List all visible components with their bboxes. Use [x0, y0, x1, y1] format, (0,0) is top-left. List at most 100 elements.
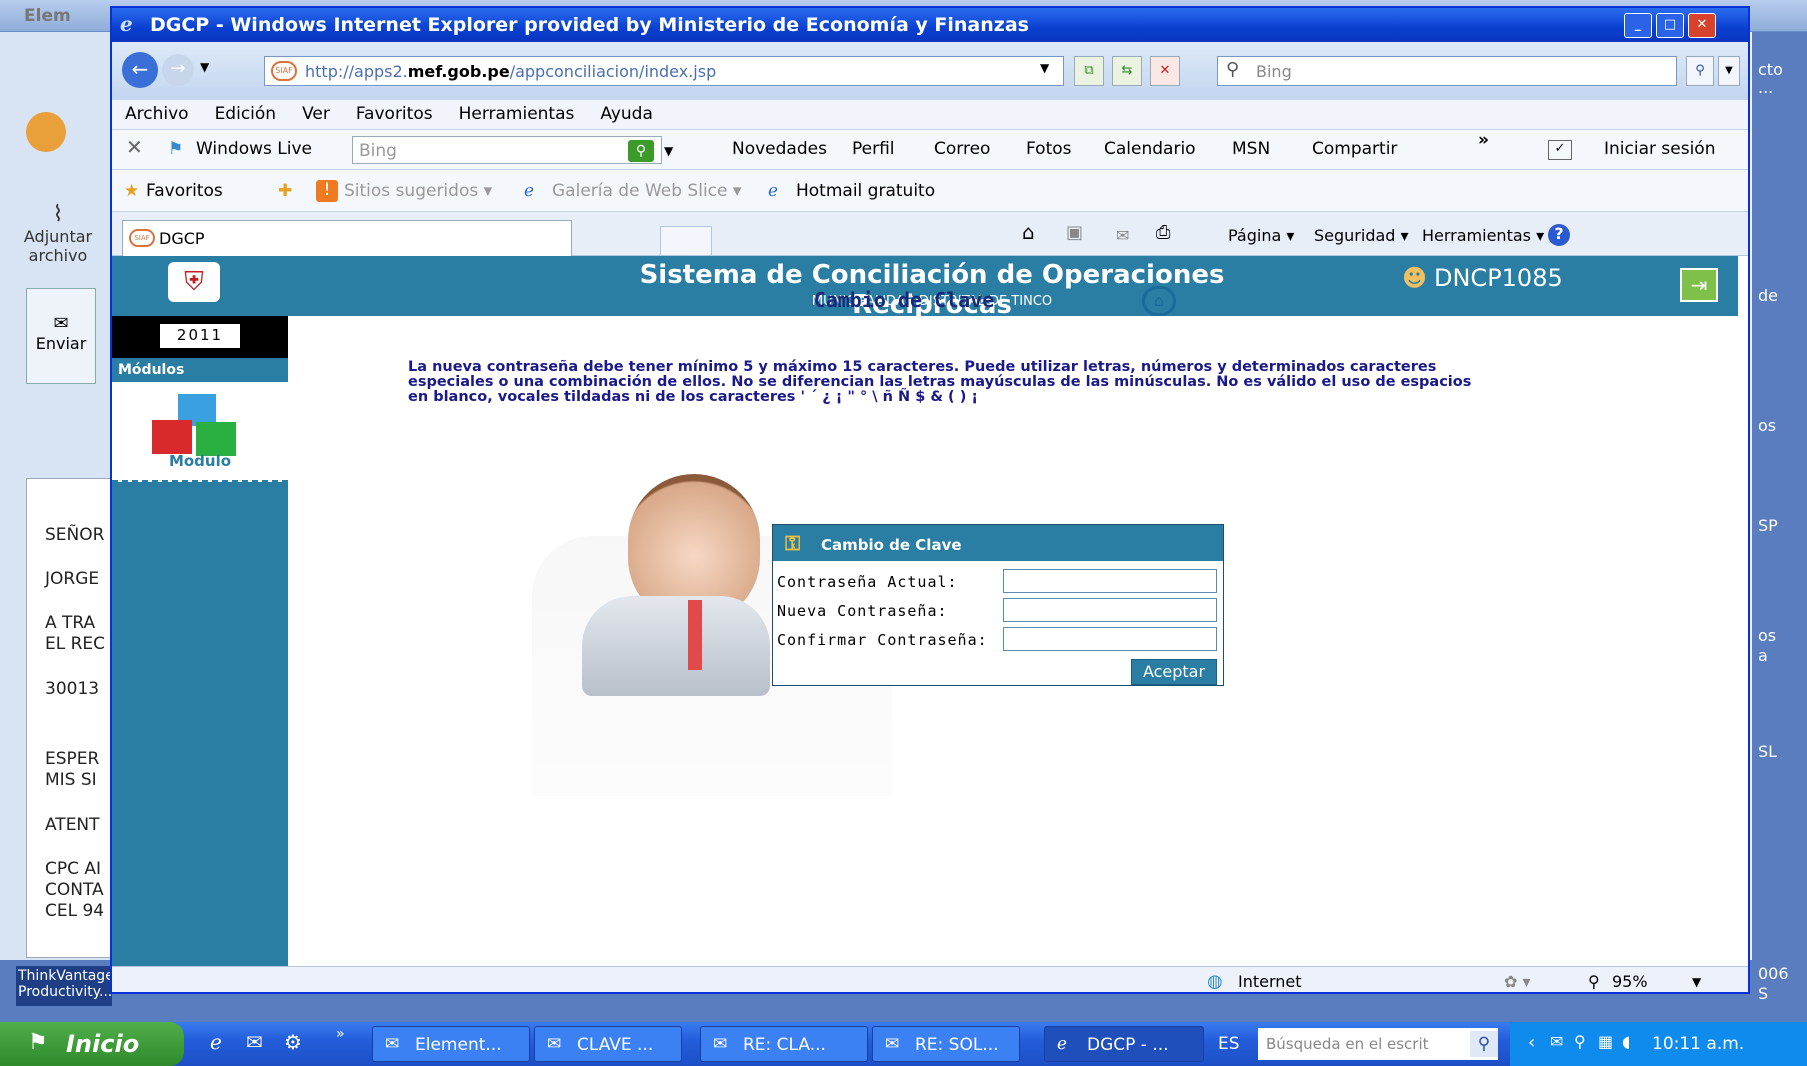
url-dropdown-icon[interactable]: ▼: [1040, 61, 1049, 75]
taskbar-button-element[interactable]: ✉ Element...: [372, 1026, 530, 1062]
browser-title: DGCP - Windows Internet Explorer provide…: [150, 14, 1029, 36]
start-button[interactable]: ⚑ Inicio: [0, 1022, 184, 1066]
mail-quicklaunch-icon[interactable]: ✉: [246, 1030, 263, 1054]
forward-button[interactable]: →: [162, 54, 194, 86]
print-icon[interactable]: ⎙: [1156, 222, 1170, 243]
mail-icon[interactable]: ✉: [1116, 226, 1129, 245]
ie-quicklaunch-icon[interactable]: ℯ: [210, 1030, 222, 1054]
bg-right-text: S: [1758, 984, 1769, 1003]
minimize-button[interactable]: _: [1624, 13, 1652, 38]
url-input[interactable]: SIAF http://apps2.mef.gob.pe/appconcilia…: [264, 56, 1064, 86]
maximize-button[interactable]: □: [1656, 13, 1684, 38]
bing-dropdown-icon[interactable]: ▼: [664, 144, 673, 158]
desktop-search-input[interactable]: Búsqueda en el escrit: [1258, 1028, 1498, 1060]
menu-edicion[interactable]: Edición: [202, 100, 290, 124]
toolbar-link-fotos[interactable]: Fotos: [1026, 139, 1072, 159]
office-orb-icon[interactable]: [26, 112, 66, 152]
browser-title-bar: ℯ DGCP - Windows Internet Explorer provi…: [112, 8, 1748, 42]
protected-mode-icon[interactable]: ✿ ▾: [1504, 972, 1531, 991]
back-button[interactable]: ←: [122, 52, 158, 88]
tray-network-icon[interactable]: ▦: [1598, 1032, 1613, 1051]
send-label: Enviar: [35, 334, 87, 353]
toolbar-link-perfil[interactable]: Perfil: [852, 139, 895, 159]
tray-mail-icon[interactable]: ✉: [1550, 1032, 1563, 1051]
accept-button[interactable]: Aceptar: [1131, 659, 1217, 685]
taskbar-button-label: CLAVE ...: [577, 1035, 654, 1055]
tray-expand-icon[interactable]: ‹: [1528, 1032, 1535, 1053]
refresh-icon[interactable]: ⇆: [1112, 56, 1142, 86]
ie-logo-icon: ℯ: [120, 12, 133, 36]
bg-right-text: de: [1758, 286, 1778, 305]
command-seguridad[interactable]: Seguridad ▾: [1314, 226, 1409, 245]
module-item[interactable]: Modulo: [112, 382, 288, 482]
menu-archivo[interactable]: Archivo: [112, 100, 202, 124]
logout-icon[interactable]: ⇥: [1680, 268, 1718, 302]
menu-ver[interactable]: Ver: [289, 100, 343, 124]
stop-icon[interactable]: ✕: [1150, 56, 1180, 86]
command-pagina[interactable]: Página ▾: [1228, 226, 1294, 245]
search-icon: ⚲: [1226, 59, 1240, 80]
year-selector[interactable]: 2011: [160, 324, 240, 348]
search-input[interactable]: ⚲ Bing: [1217, 56, 1677, 86]
toolbar-link-correo[interactable]: Correo: [934, 139, 990, 159]
menu-favoritos[interactable]: Favoritos: [343, 100, 446, 124]
suggested-sites-link[interactable]: Sitios sugeridos ▾: [344, 181, 492, 201]
windows-live-label[interactable]: Windows Live: [196, 139, 312, 159]
close-toolbar-icon[interactable]: ✕: [126, 135, 143, 159]
taskbar-button-re-cla[interactable]: ✉ RE: CLA...: [700, 1026, 868, 1062]
language-indicator[interactable]: ES: [1218, 1034, 1240, 1054]
web-slice-gallery-link[interactable]: Galería de Web Slice ▾: [552, 181, 741, 201]
search-go-icon[interactable]: ⚲: [1686, 56, 1714, 86]
signin-link[interactable]: Iniciar sesión: [1604, 139, 1715, 159]
desktop-search-icon[interactable]: ⚲: [1470, 1031, 1498, 1057]
bing-toolbar-input[interactable]: Bing: [352, 136, 662, 164]
attach-file-button[interactable]: ⌇ Adjuntar archivo: [6, 162, 110, 266]
current-password-input[interactable]: [1003, 569, 1217, 593]
toolbar-link-calendario[interactable]: Calendario: [1104, 139, 1196, 159]
app-quicklaunch-icon[interactable]: ⚙: [284, 1030, 302, 1054]
history-dropdown-icon[interactable]: ▼: [200, 60, 209, 74]
toolbar-link-novedades[interactable]: Novedades: [732, 139, 827, 159]
search-options-icon[interactable]: ▼: [1718, 56, 1740, 86]
feeds-icon[interactable]: ▣: [1066, 222, 1083, 243]
tab-dgcp[interactable]: SIAF DGCP: [122, 220, 572, 256]
status-bar: ◍ Internet ✿ ▾ ⚲ 95% ▼: [112, 966, 1748, 992]
zoom-level[interactable]: 95%: [1612, 972, 1648, 991]
confirm-password-input[interactable]: [1003, 627, 1217, 651]
toolbar-link-msn[interactable]: MSN: [1232, 139, 1270, 159]
zoom-dropdown-icon[interactable]: ▼: [1692, 975, 1701, 989]
url-domain: mef.gob.pe: [407, 62, 510, 81]
close-window-button[interactable]: ✕: [1688, 13, 1716, 38]
taskbar-button-re-sol[interactable]: ✉ RE: SOL...: [872, 1026, 1020, 1062]
bing-search-icon[interactable]: ⚲: [628, 140, 654, 162]
new-password-input[interactable]: [1003, 598, 1217, 622]
toolbar-link-compartir[interactable]: Compartir: [1312, 139, 1397, 159]
help-icon[interactable]: ?: [1548, 224, 1570, 246]
home-page-icon[interactable]: ⌂: [1142, 286, 1176, 316]
add-favorite-icon[interactable]: ✚: [278, 181, 292, 201]
new-tab-button[interactable]: [660, 226, 712, 256]
menu-ayuda[interactable]: Ayuda: [587, 100, 666, 124]
command-herramientas[interactable]: Herramientas ▾: [1422, 226, 1544, 245]
user-tie-illustration: [688, 600, 702, 670]
hotmail-link[interactable]: Hotmail gratuito: [796, 181, 935, 201]
siaf-favicon-icon: SIAF: [129, 229, 155, 247]
checkbox-icon[interactable]: ✓: [1548, 140, 1572, 160]
mail-icon: ✉: [547, 1034, 562, 1054]
compatibility-view-icon[interactable]: ⧉: [1074, 56, 1104, 86]
quicklaunch-more-icon[interactable]: »: [336, 1026, 345, 1042]
clock[interactable]: 10:11 a.m.: [1652, 1034, 1744, 1054]
taskbar-button-clave[interactable]: ✉ CLAVE ...: [534, 1026, 682, 1062]
tray-volume-icon[interactable]: ◖: [1622, 1032, 1630, 1051]
taskbar-button-dgcp[interactable]: ℯ DGCP - ...: [1044, 1026, 1204, 1062]
thinkvantage-label[interactable]: ThinkVantage Productivity...: [16, 966, 114, 1006]
doc-line: A TRA: [45, 613, 96, 633]
toolbar-more-button[interactable]: »: [1478, 130, 1489, 150]
tray-search-icon[interactable]: ⚲: [1574, 1032, 1586, 1051]
send-button[interactable]: ✉ Enviar: [26, 288, 96, 384]
favorites-button[interactable]: Favoritos: [146, 181, 223, 201]
password-rules-notice: La nueva contraseña debe tener mínimo 5 …: [408, 359, 1472, 405]
menu-herramientas[interactable]: Herramientas: [446, 100, 588, 124]
home-icon[interactable]: ⌂: [1022, 220, 1035, 244]
new-password-label: Nueva Contraseña:: [777, 602, 948, 620]
